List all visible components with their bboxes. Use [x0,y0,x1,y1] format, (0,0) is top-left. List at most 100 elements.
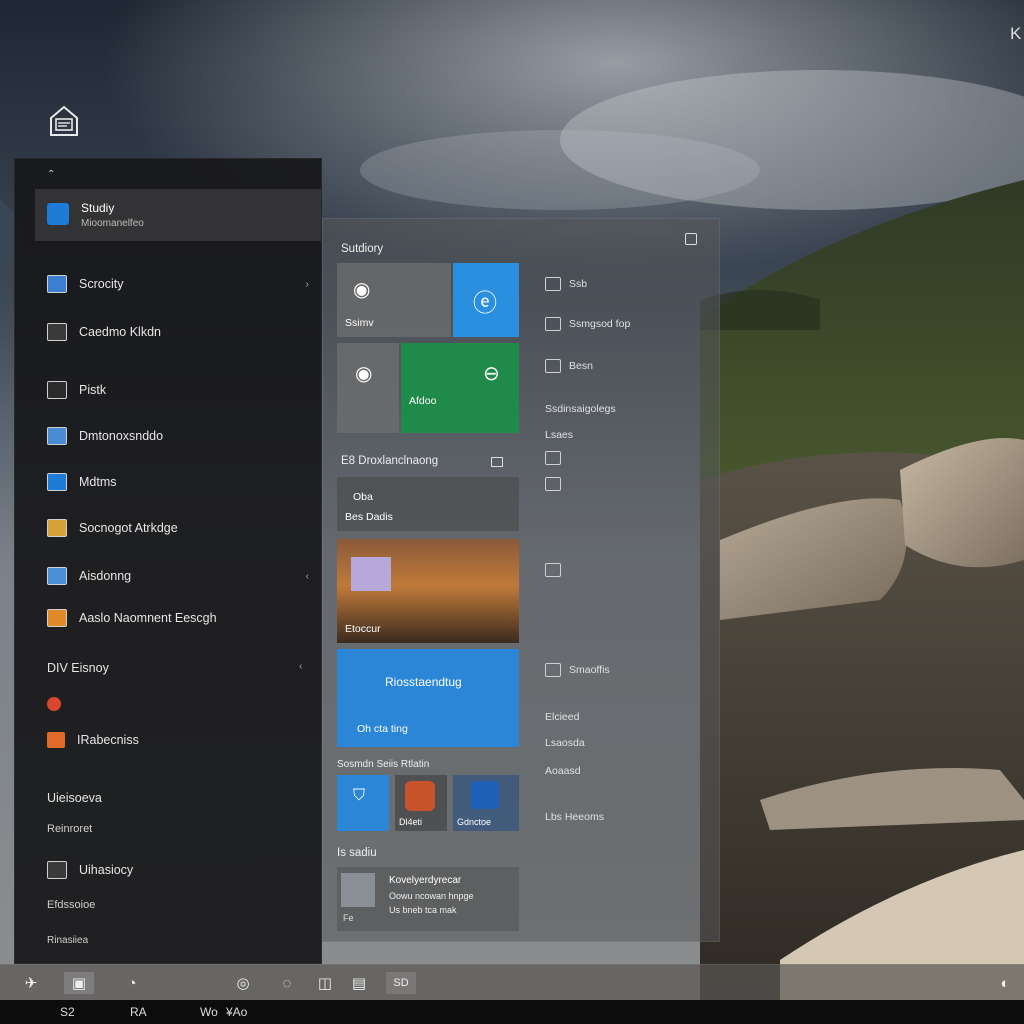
camera-icon: ◉ [355,363,373,385]
side-list-item[interactable]: Ssb [545,277,587,291]
side-list-item[interactable]: Elcieed [545,711,579,723]
side-list-item[interactable]: Besn [545,359,593,373]
menu-item-label: Pistk [79,383,107,397]
section-header-1[interactable]: DIV Eisnoy ‹ [47,661,302,675]
taskbar: ✈ ▣ ◔ ◎ ◌ ◫ ▤ SD ◐ [0,964,1024,1001]
menu-item[interactable]: IRabecniss [47,727,317,753]
menu-item[interactable]: Pistk [47,377,317,403]
system-tray-strip: S2 RA Wo ¥Ao [0,1000,1024,1024]
user-name: Studiy [81,201,115,215]
avatar [47,203,69,225]
tile-app-d[interactable]: ⊖ Afdoo [401,343,519,433]
side-list-label: Elcieed [545,711,580,723]
section-2-sub[interactable]: Reinroret [47,823,92,835]
news-line: Oowu ncowan hnpge [389,891,474,901]
menu-item[interactable]: Scrocity › [47,271,317,297]
tray-item[interactable]: ¥Ao [226,1005,247,1019]
side-list-label: Besn [569,360,593,372]
side-list-item[interactable]: Ssmgsod fop [545,317,630,331]
side-list-label: Ssb [569,278,588,290]
tray-item[interactable]: Wo [200,1005,218,1019]
section-header-2[interactable]: Uieisoeva [47,791,102,805]
tile-sub-label: Bes Dadis [345,511,393,523]
side-list-label: Lsaes [545,429,574,441]
tile-app-j[interactable]: Gdnctoe [453,775,519,831]
desktop-shortcut-icon[interactable] [48,104,80,138]
news-thumbnail-icon [341,873,375,907]
tile-app-a[interactable]: ◉ Ssimv [337,263,451,337]
photo-icon[interactable]: ▤ [346,972,372,994]
tile-app-b[interactable]: ⓔ [453,263,519,337]
mail-icon[interactable]: SD [386,972,416,994]
menu-item[interactable]: Aisdonng ‹ [47,563,317,589]
tile-app-c[interactable]: ◉ [337,343,399,433]
notification-icon[interactable]: ◐ [994,972,1016,994]
chevron-icon[interactable]: ‹ [299,661,302,672]
store-icon [47,519,67,537]
section-header-3[interactable]: Uihasiocy [47,857,317,883]
user-account-card[interactable]: Studiy Mioomanelfeo [35,189,321,241]
news-footer: Fe [343,913,354,923]
start-menu-tiles: Sutdiory ◉ Ssimv ⓔ ◉ ⊖ Afdoo E8 Droxlanc… [322,218,720,942]
resize-icon[interactable] [685,233,697,245]
xbox-icon: ⊖ [483,363,500,385]
game-icon [405,781,435,811]
tile-app-e[interactable]: Oba Bes Dadis [337,477,519,531]
side-list-item[interactable]: Lsaosda [545,737,585,749]
app-icon [545,451,561,465]
app-icon [545,317,561,331]
app-icon [545,663,561,677]
menu-item-label: Uihasiocy [79,863,134,877]
tile-label: Afdoo [409,395,437,407]
tile-app-g[interactable]: Riosstaendtug Oh cta ting [337,649,519,747]
side-list-label: Aoaasd [545,765,581,777]
taskbar-badge: SD [393,977,409,989]
menu-item-label: Aisdonng [79,569,132,583]
menu-item[interactable]: Caedmo Klkdn [47,319,317,345]
side-list-item[interactable]: Ssdinsaigolegs [545,403,616,415]
expand-icon[interactable] [491,457,503,467]
tile-sub-label: Oh cta ting [357,723,408,735]
tile-label: Oba [353,491,373,503]
side-list-label: Lbs Heeoms [545,811,604,823]
chevron-icon[interactable]: › [306,279,309,290]
start-menu-app-list: ⌃ Studiy Mioomanelfeo Scrocity › Caedmo Kl… [14,158,322,964]
tile-label: Dl4eti [399,817,423,827]
menu-item[interactable] [47,691,317,717]
section-3-sub[interactable]: Efdssoioe [47,899,95,911]
app-icon [47,861,67,879]
side-list-item[interactable]: Aoaasd [545,765,581,777]
edge-icon[interactable]: ◎ [230,972,256,994]
tile-news[interactable]: Kovelyerdyrecar Oowu ncowan hnpge Us bne… [337,867,519,931]
chevron-icon[interactable]: ‹ [306,571,309,582]
pin-icon[interactable]: ✈ [20,972,42,994]
section-3-sub-2[interactable]: Rinasiiea [47,935,88,946]
collapse-icon[interactable]: ⌃ [47,169,55,180]
mail-icon [47,473,67,491]
menu-item[interactable]: Mdtms [47,469,317,495]
camera-icon[interactable]: ◫ [314,972,336,994]
store-icon: ⛉ [353,787,366,804]
side-list-item[interactable]: Lsaes [545,429,573,441]
side-list-label: Ssdinsaigolegs [545,403,616,415]
store-icon[interactable]: ◔ [118,972,146,994]
side-list-item[interactable] [545,451,569,465]
tile-label: Gdnctoe [457,817,492,827]
search-icon[interactable]: ◌ [274,972,300,994]
menu-item[interactable]: Socnogot Atrkdge [47,515,317,541]
tray-item[interactable]: RA [130,1005,147,1019]
side-list-item[interactable] [545,477,569,491]
side-list-item[interactable]: Lbs Heeoms [545,811,604,823]
tile-app-i[interactable]: Dl4eti [395,775,447,831]
app-icon [47,323,67,341]
tile-app-h[interactable]: ⛉ [337,775,389,831]
menu-item[interactable]: Aaslo Naomnent Eescgh [47,605,317,631]
menu-item[interactable]: Dmtonoxsnddo [47,423,317,449]
explorer-icon[interactable]: ▣ [64,972,94,994]
user-subtitle: Mioomanelfeo [81,218,144,229]
side-list-item[interactable]: Smaoffis [545,663,610,677]
app-icon [545,359,561,373]
tray-item[interactable]: S2 [60,1005,75,1019]
tile-photos[interactable]: Etoccur [337,539,519,643]
side-list-item[interactable] [545,563,569,577]
